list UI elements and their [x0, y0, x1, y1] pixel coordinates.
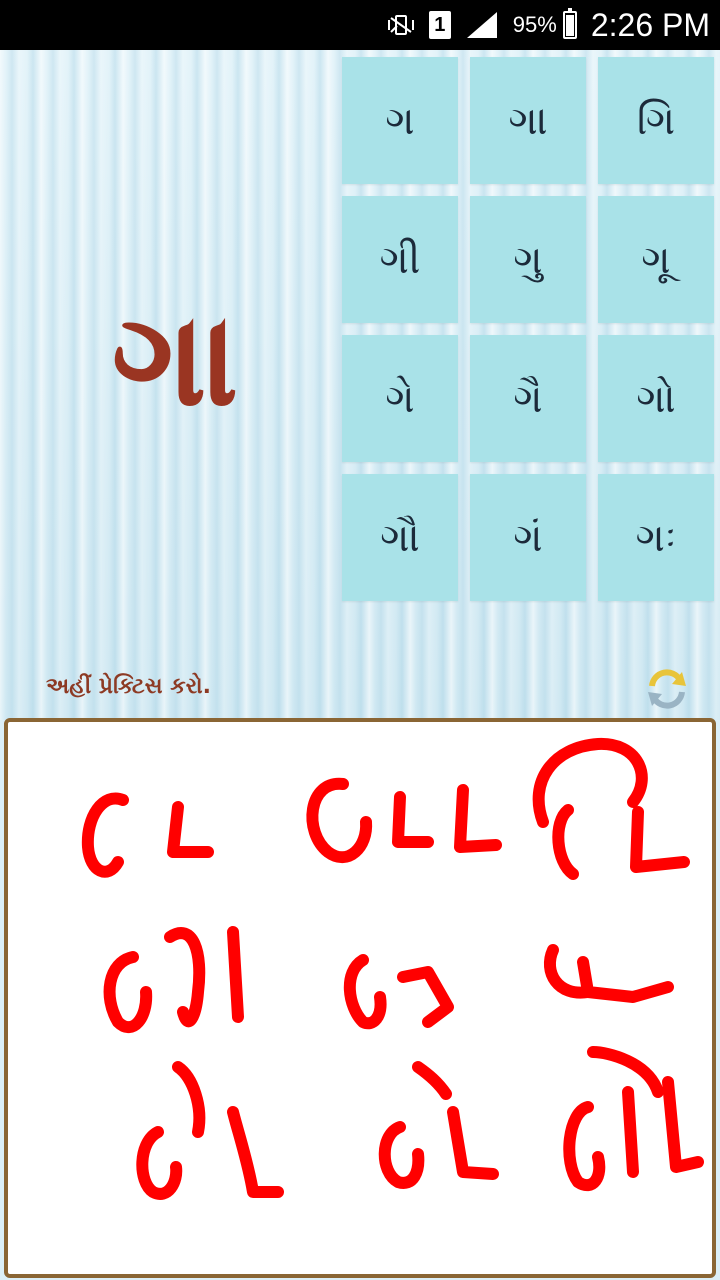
- practice-canvas[interactable]: [4, 718, 716, 1278]
- syllable-button[interactable]: ગૈ: [470, 335, 586, 462]
- syllable-button[interactable]: ગિ: [598, 57, 714, 184]
- practice-label: અહીં પ્રેક્ટિસ કરો.: [46, 674, 211, 699]
- status-bar: 1 95% 2:26 PM: [0, 0, 720, 50]
- signal-icon: [465, 10, 499, 40]
- syllable-button[interactable]: ગઃ: [598, 474, 714, 601]
- syllable-button[interactable]: ગ: [342, 57, 458, 184]
- battery-indicator: 95%: [512, 8, 577, 39]
- syllable-button[interactable]: ગી: [342, 196, 458, 323]
- vibrate-mute-icon: [387, 12, 415, 38]
- refresh-icon[interactable]: [642, 664, 692, 714]
- syllable-button[interactable]: ગા: [470, 57, 586, 184]
- syllable-button[interactable]: ગં: [470, 474, 586, 601]
- battery-percent: 95%: [512, 12, 557, 37]
- handwriting-strokes: [81, 737, 704, 1200]
- syllable-grid: ગ ગા ગિ ગી ગુ ગૂ ગે ગૈ ગો ગૌ ગં ગઃ: [342, 57, 714, 601]
- syllable-button[interactable]: ગુ: [470, 196, 586, 323]
- syllable-button[interactable]: ગૂ: [598, 196, 714, 323]
- current-letter-display: ગા: [111, 283, 239, 435]
- battery-icon: [562, 8, 577, 39]
- sim-icon: 1: [428, 11, 451, 39]
- syllable-button[interactable]: ગે: [342, 335, 458, 462]
- syllable-button[interactable]: ગૌ: [342, 474, 458, 601]
- clock: 2:26 PM: [590, 6, 710, 43]
- syllable-button[interactable]: ગો: [598, 335, 714, 462]
